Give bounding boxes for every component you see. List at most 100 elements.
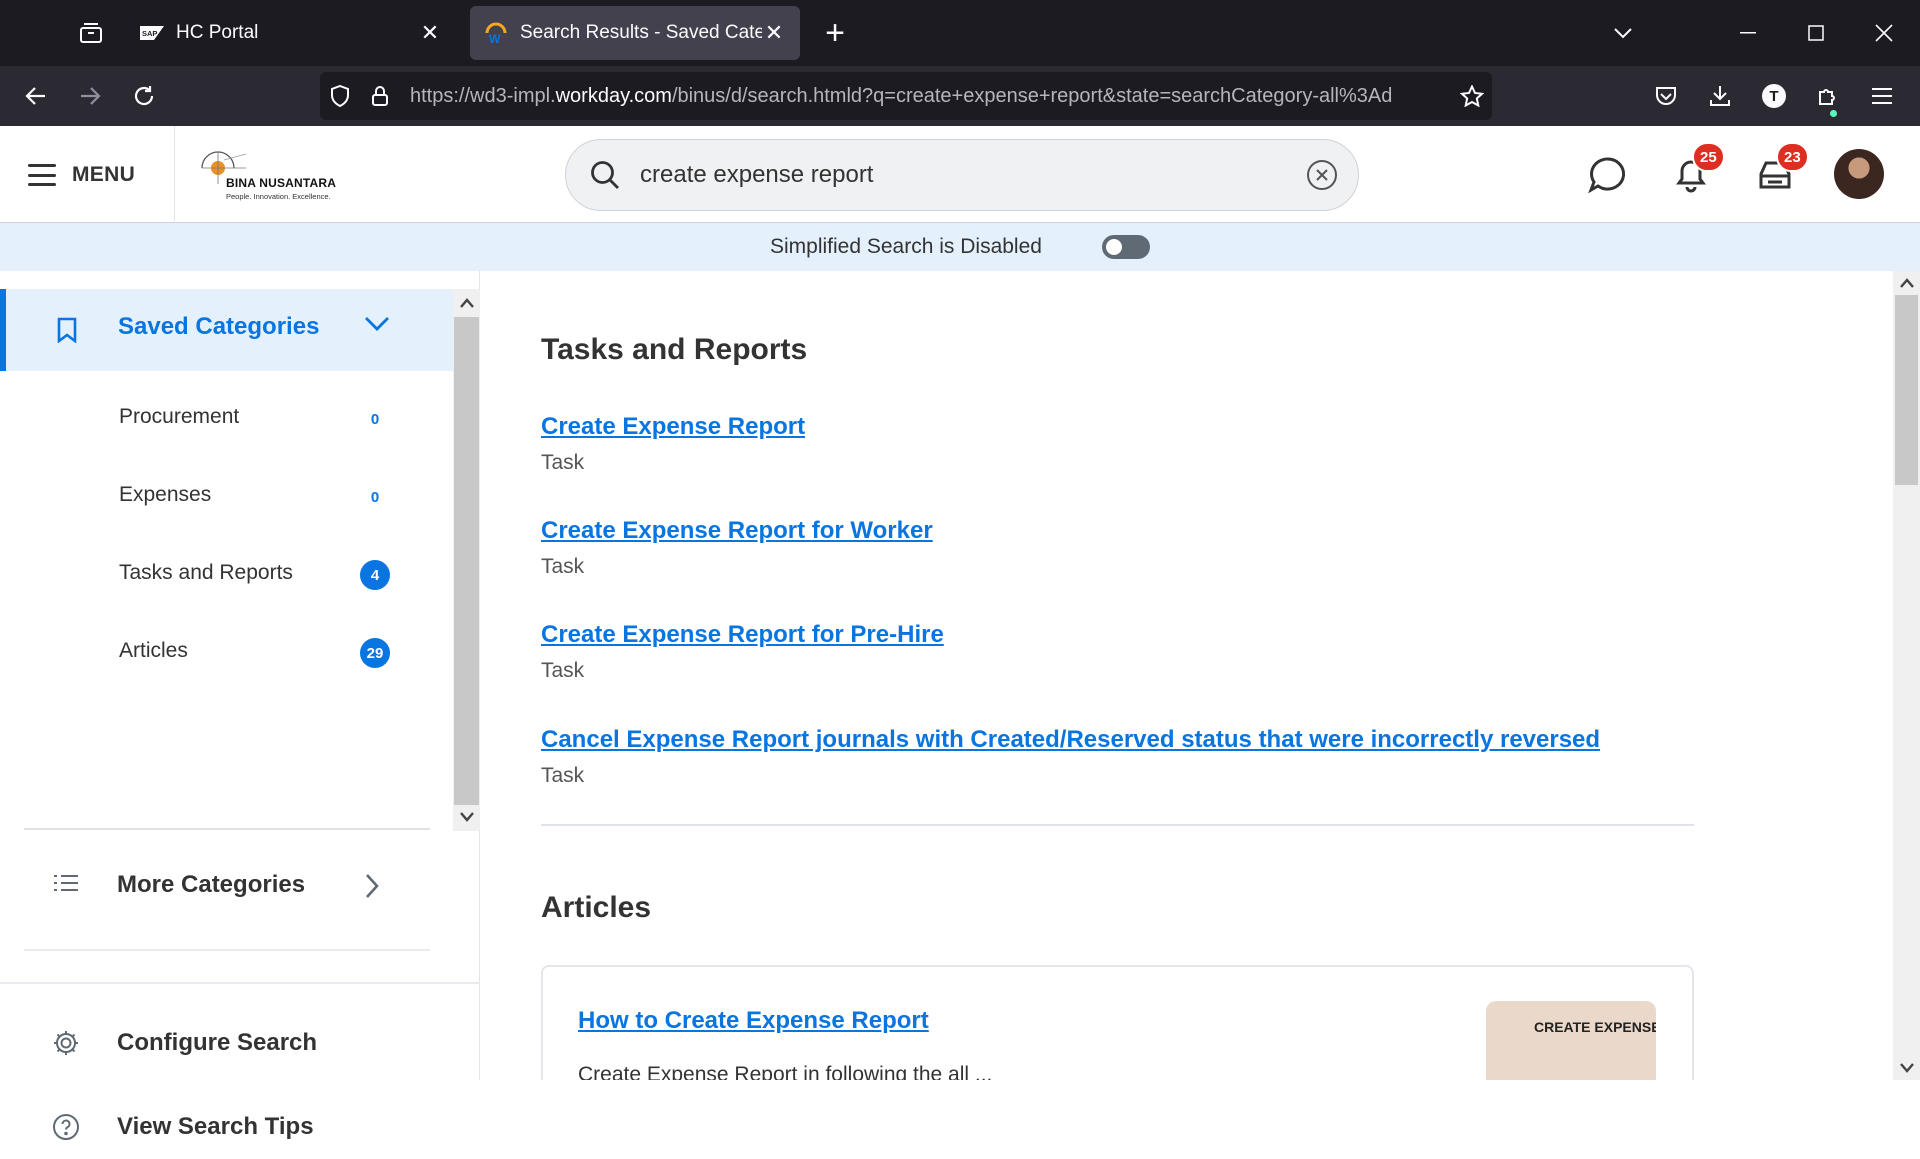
sidebar-section-divider xyxy=(0,982,480,984)
binus-logo[interactable]: BINA NUSANTARA People. Innovation. Excel… xyxy=(198,146,348,206)
workday-logo-icon: W xyxy=(484,21,508,45)
reload-icon[interactable] xyxy=(124,76,164,116)
url-path: /binus/d/search.htmld?q=create+expense+r… xyxy=(671,84,1393,107)
list-all-tabs-icon[interactable] xyxy=(1604,16,1642,50)
category-item-procurement[interactable]: Procurement 0 xyxy=(0,389,453,449)
result-link[interactable]: Create Expense Report for Worker xyxy=(541,517,933,545)
maximize-icon[interactable] xyxy=(1794,16,1838,50)
chevron-right-icon xyxy=(364,873,380,904)
scroll-up-icon[interactable] xyxy=(1893,271,1920,295)
clear-search-icon[interactable] xyxy=(1286,139,1358,211)
search-results-main: Tasks and Reports Create Expense Report … xyxy=(481,271,1893,1080)
toggle-knob xyxy=(1106,239,1122,255)
sidebar-scrollbar[interactable] xyxy=(453,289,480,831)
search-input[interactable]: create expense report xyxy=(640,161,1286,189)
svg-text:SAP: SAP xyxy=(142,29,157,38)
search-sidebar: Saved Categories Procurement 0 Expenses … xyxy=(0,271,480,1140)
lock-icon[interactable] xyxy=(360,76,400,116)
help-circle-icon xyxy=(52,1113,80,1146)
url-text[interactable]: https://wd3-impl.workday.com/binus/d/sea… xyxy=(400,85,1452,108)
account-initial: T xyxy=(1762,84,1786,108)
inbox-badge: 23 xyxy=(1776,142,1809,172)
result-link[interactable]: Create Expense Report for Pre-Hire xyxy=(541,621,944,649)
global-menu-button[interactable]: MENU xyxy=(28,156,135,194)
bookmark-star-icon[interactable] xyxy=(1452,76,1492,116)
result-link[interactable]: Cancel Expense Report journals with Crea… xyxy=(541,726,1600,754)
article-thumbnail-text: CREATE EXPENSE xyxy=(1534,1019,1656,1035)
configure-search-label: Configure Search xyxy=(117,1029,318,1056)
sap-logo-icon: SAP xyxy=(140,21,164,45)
scroll-down-icon[interactable] xyxy=(1893,1056,1920,1080)
sidebar-scrollbar-thumb[interactable] xyxy=(454,317,479,805)
result-type: Task xyxy=(541,659,585,682)
article-card[interactable]: How to Create Expense Report Create Expe… xyxy=(541,965,1694,1080)
address-bar[interactable]: https://wd3-impl.workday.com/binus/d/sea… xyxy=(320,72,1492,120)
category-label: Tasks and Reports xyxy=(119,561,293,584)
forward-arrow-icon[interactable] xyxy=(70,76,110,116)
result-item: Cancel Expense Report journals with Crea… xyxy=(541,726,1600,788)
gear-icon xyxy=(52,1029,80,1062)
workday-header: MENU BINA NUSANTARA People. Innovation. … xyxy=(0,126,1920,223)
avatar[interactable] xyxy=(1834,149,1884,199)
back-arrow-icon[interactable] xyxy=(16,76,56,116)
article-link[interactable]: How to Create Expense Report xyxy=(578,1007,929,1035)
category-divider xyxy=(24,828,430,830)
browser-window: SAP HC Portal ✕ W Search Results - Saved… xyxy=(0,0,1920,1140)
account-icon[interactable]: T xyxy=(1754,76,1794,116)
menu-icon xyxy=(28,164,56,186)
simplified-search-toggle[interactable] xyxy=(1102,235,1150,259)
saved-categories-label: Saved Categories xyxy=(118,313,320,340)
more-categories-label: More Categories xyxy=(117,871,306,898)
article-thumbnail[interactable]: CREATE EXPENSE xyxy=(1486,1001,1656,1080)
notifications-badge: 25 xyxy=(1692,142,1725,172)
global-search-box[interactable]: create expense report xyxy=(565,139,1359,211)
category-count: 29 xyxy=(360,638,390,668)
notifications-bell-icon[interactable]: 25 xyxy=(1666,142,1725,200)
main-scrollbar-thumb[interactable] xyxy=(1895,295,1918,485)
window-close-icon[interactable] xyxy=(1862,16,1906,50)
chat-bubble-icon[interactable] xyxy=(1582,150,1632,200)
view-search-tips-link[interactable]: View Search Tips xyxy=(0,1095,480,1159)
category-item-expenses[interactable]: Expenses 0 xyxy=(0,467,453,527)
main-scrollbar[interactable] xyxy=(1893,271,1920,1080)
result-item: Create Expense Report for Worker Task xyxy=(541,517,933,579)
firefox-view-icon[interactable] xyxy=(70,17,112,49)
result-item: Create Expense Report Task xyxy=(541,413,805,475)
tab-search-results[interactable]: W Search Results - Saved Categories ✕ xyxy=(470,6,800,60)
more-categories-divider xyxy=(24,949,430,951)
logo-name: BINA NUSANTARA xyxy=(226,176,337,190)
configure-search-link[interactable]: Configure Search xyxy=(0,1011,480,1075)
category-label: Articles xyxy=(119,639,188,662)
url-host: workday.com xyxy=(555,84,672,107)
new-tab-icon[interactable]: + xyxy=(816,14,854,52)
category-count: 0 xyxy=(370,410,380,428)
inbox-tray-icon[interactable]: 23 xyxy=(1750,142,1809,200)
downloads-icon[interactable] xyxy=(1700,76,1740,116)
category-count: 4 xyxy=(360,560,390,590)
category-item-tasks-and-reports[interactable]: Tasks and Reports 4 xyxy=(0,545,453,605)
saved-categories-header[interactable]: Saved Categories xyxy=(0,289,453,371)
article-snippet: Create Expense Report in following the a… xyxy=(578,1063,993,1080)
scroll-down-icon[interactable] xyxy=(453,803,480,831)
scroll-up-icon[interactable] xyxy=(453,289,480,317)
result-type: Task xyxy=(541,451,585,474)
close-tab-icon[interactable]: ✕ xyxy=(762,20,786,45)
more-categories-button[interactable]: More Categories xyxy=(0,853,453,917)
minimize-icon[interactable] xyxy=(1726,16,1770,50)
articles-heading: Articles xyxy=(541,891,652,924)
pocket-icon[interactable] xyxy=(1646,76,1686,116)
hamburger-menu-icon[interactable] xyxy=(1862,76,1902,116)
extensions-puzzle-icon[interactable] xyxy=(1808,76,1848,117)
page-content: MENU BINA NUSANTARA People. Innovation. … xyxy=(0,126,1920,1140)
close-tab-icon[interactable]: ✕ xyxy=(418,20,442,45)
search-icon[interactable] xyxy=(570,139,640,211)
tab-hc-portal[interactable]: SAP HC Portal ✕ xyxy=(126,6,456,60)
category-label: Expenses xyxy=(119,483,212,506)
result-type: Task xyxy=(541,555,585,578)
view-search-tips-label: View Search Tips xyxy=(117,1113,314,1140)
category-item-articles[interactable]: Articles 29 xyxy=(0,623,453,683)
result-link[interactable]: Create Expense Report xyxy=(541,413,805,441)
tab-title: Search Results - Saved Categories xyxy=(520,22,762,43)
result-item: Create Expense Report for Pre-Hire Task xyxy=(541,621,944,683)
tracking-shield-icon[interactable] xyxy=(320,76,360,116)
